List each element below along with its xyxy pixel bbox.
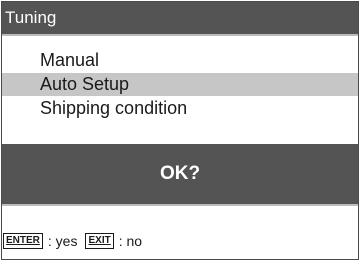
enter-key-button[interactable]: ENTER — [3, 233, 43, 249]
tuning-dialog: Tuning Manual Auto Setup Shipping condit… — [1, 1, 359, 260]
menu-item-manual[interactable]: Manual — [2, 49, 358, 72]
exit-key-hint: : no — [118, 233, 143, 249]
menu-item-shipping-condition[interactable]: Shipping condition — [2, 97, 358, 120]
enter-key-hint: : yes — [47, 233, 78, 249]
confirm-prompt: OK? — [2, 144, 358, 204]
dialog-title: Tuning — [2, 2, 358, 34]
key-hint-bar: ENTER : yes EXIT : no — [3, 230, 142, 252]
footer-divider — [2, 204, 358, 206]
menu-item-auto-setup[interactable]: Auto Setup — [2, 73, 358, 96]
title-divider — [2, 34, 358, 36]
exit-key-button[interactable]: EXIT — [85, 233, 114, 249]
